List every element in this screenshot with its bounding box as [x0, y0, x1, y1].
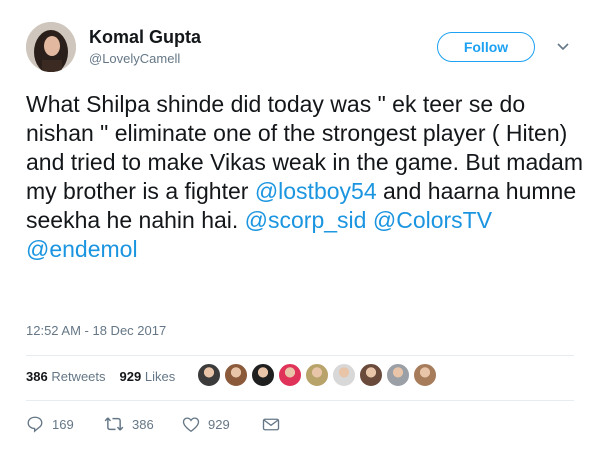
- liker-avatars: [197, 363, 437, 387]
- mention-link[interactable]: @lostboy54: [255, 178, 377, 204]
- retweet-button[interactable]: 386: [104, 415, 182, 433]
- tweet-actions: 169 386 929: [26, 415, 280, 433]
- mention-link[interactable]: @ColorsTV: [373, 207, 492, 233]
- envelope-icon: [262, 417, 280, 432]
- retweet-count: 386: [132, 416, 154, 432]
- mention-link[interactable]: @endemol: [26, 236, 138, 262]
- retweet-icon: [104, 415, 124, 433]
- direct-message-button[interactable]: [262, 415, 280, 433]
- likes-stat[interactable]: 929 Likes: [120, 369, 176, 384]
- mention-link[interactable]: @scorp_sid: [245, 207, 367, 233]
- likes-count: 929: [119, 369, 142, 384]
- reply-button[interactable]: 169: [26, 415, 104, 433]
- like-button[interactable]: 929: [182, 415, 262, 433]
- display-name[interactable]: Komal Gupta: [89, 27, 201, 48]
- liker-avatar[interactable]: [278, 363, 302, 387]
- tweet-stats: 386 Retweets 929 Likes: [26, 369, 175, 384]
- liker-avatar[interactable]: [332, 363, 356, 387]
- tweet-card: Komal Gupta @LovelyCamell Follow What Sh…: [0, 0, 600, 450]
- liker-avatar[interactable]: [197, 363, 221, 387]
- like-count: 929: [208, 416, 230, 432]
- tweet-text: What Shilpa shinde did today was " ek te…: [26, 90, 586, 264]
- retweets-stat[interactable]: 386 Retweets: [26, 369, 106, 384]
- reply-icon: [26, 415, 44, 433]
- liker-avatar[interactable]: [224, 363, 248, 387]
- divider: [26, 400, 574, 401]
- liker-avatar[interactable]: [359, 363, 383, 387]
- liker-avatar[interactable]: [305, 363, 329, 387]
- follow-button[interactable]: Follow: [437, 32, 535, 62]
- liker-avatar[interactable]: [413, 363, 437, 387]
- retweets-label: Retweets: [51, 369, 106, 384]
- chevron-down-icon[interactable]: [556, 40, 570, 54]
- heart-icon: [182, 416, 200, 433]
- divider: [26, 355, 574, 356]
- retweets-count: 386: [26, 369, 48, 384]
- likes-label: Likes: [144, 369, 176, 384]
- liker-avatar[interactable]: [386, 363, 410, 387]
- avatar[interactable]: [26, 22, 76, 72]
- tweet-timestamp[interactable]: 12:52 AM - 18 Dec 2017: [26, 323, 166, 338]
- reply-count: 169: [52, 416, 74, 432]
- user-handle[interactable]: @LovelyCamell: [89, 51, 180, 66]
- liker-avatar[interactable]: [251, 363, 275, 387]
